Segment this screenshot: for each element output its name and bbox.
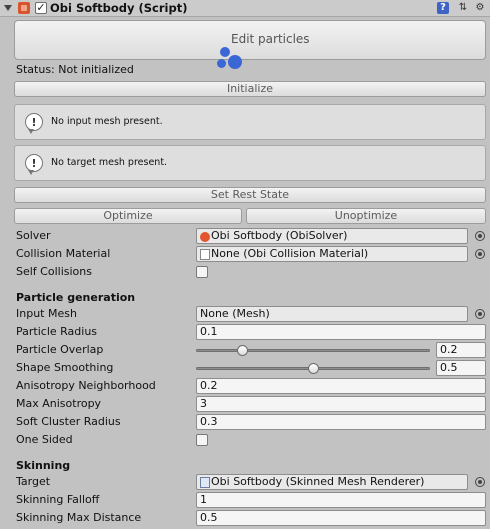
target-value: Obi Softbody (Skinned Mesh Renderer)	[211, 475, 425, 488]
skinning-falloff-field[interactable]: 1	[196, 492, 486, 508]
soft-cluster-radius-field[interactable]: 0.3	[196, 414, 486, 430]
solver-label: Solver	[16, 229, 51, 242]
skinning-header: Skinning	[16, 459, 71, 472]
skinning-max-distance-label: Skinning Max Distance	[16, 511, 142, 524]
warning-speech-icon: !	[25, 154, 43, 175]
input-mesh-help-box: ! No input mesh present.	[14, 104, 486, 140]
edit-particles-button[interactable]: Edit particles	[14, 20, 486, 69]
solver-value: Obi Softbody (ObiSolver)	[211, 229, 348, 242]
softbody-component-icon	[18, 2, 30, 14]
skinned-mesh-renderer-icon	[200, 477, 210, 488]
skinning-max-distance-field[interactable]: 0.5	[196, 510, 486, 526]
solver-gear-icon	[200, 232, 210, 242]
soft-cluster-radius-label: Soft Cluster Radius	[16, 415, 121, 428]
gear-icon[interactable]: ⚙	[474, 2, 486, 14]
self-collisions-label: Self Collisions	[16, 265, 92, 278]
object-picker-icon[interactable]	[475, 249, 485, 259]
set-rest-state-button[interactable]: Set Rest State	[14, 187, 486, 203]
anisotropy-neighborhood-field[interactable]: 0.2	[196, 378, 486, 394]
object-picker-icon[interactable]	[475, 309, 485, 319]
anisotropy-neighborhood-label: Anisotropy Neighborhood	[16, 379, 156, 392]
input-mesh-help-text: No input mesh present.	[51, 116, 163, 127]
target-field[interactable]: Obi Softbody (Skinned Mesh Renderer)	[196, 474, 468, 490]
component-enabled-checkbox[interactable]: ✓	[35, 2, 47, 14]
particle-generation-header: Particle generation	[16, 291, 136, 304]
max-anisotropy-field[interactable]: 3	[196, 396, 486, 412]
one-sided-checkbox[interactable]	[196, 434, 208, 446]
target-mesh-help-box: ! No target mesh present.	[14, 145, 486, 181]
target-mesh-help-text: No target mesh present.	[51, 157, 168, 168]
particle-overlap-label: Particle Overlap	[16, 343, 104, 356]
initialize-button[interactable]: Initialize	[14, 81, 486, 97]
particle-overlap-field[interactable]: 0.2	[436, 342, 486, 358]
edit-particles-label: Edit particles	[231, 32, 310, 46]
object-picker-icon[interactable]	[475, 477, 485, 487]
help-book-icon[interactable]: ?	[437, 2, 449, 14]
collision-material-value: None (Obi Collision Material)	[211, 247, 369, 260]
particle-radius-label: Particle Radius	[16, 325, 98, 338]
particle-radius-field[interactable]: 0.1	[196, 324, 486, 340]
foldout-arrow-icon[interactable]	[4, 5, 12, 11]
shape-smoothing-field[interactable]: 0.5	[436, 360, 486, 376]
input-mesh-label: Input Mesh	[16, 307, 77, 320]
collision-material-label: Collision Material	[16, 247, 111, 260]
skinning-falloff-label: Skinning Falloff	[16, 493, 100, 506]
max-anisotropy-label: Max Anisotropy	[16, 397, 102, 410]
warning-speech-icon: !	[25, 113, 43, 134]
optimize-button[interactable]: Optimize	[14, 208, 242, 224]
component-title: Obi Softbody (Script)	[50, 1, 188, 15]
self-collisions-checkbox[interactable]	[196, 266, 208, 278]
input-mesh-field[interactable]: None (Mesh)	[196, 306, 468, 322]
shape-smoothing-label: Shape Smoothing	[16, 361, 114, 374]
asset-file-icon	[200, 249, 210, 260]
object-picker-icon[interactable]	[475, 231, 485, 241]
particles-icon	[215, 45, 245, 73]
target-label: Target	[16, 475, 51, 488]
particle-overlap-slider-thumb[interactable]	[237, 345, 249, 356]
one-sided-label: One Sided	[16, 433, 73, 446]
collision-material-field[interactable]: None (Obi Collision Material)	[196, 246, 468, 262]
shape-smoothing-slider-thumb[interactable]	[307, 363, 319, 374]
component-header: ✓ Obi Softbody (Script) ? ⇅ ⚙	[0, 0, 490, 17]
particle-overlap-slider-track[interactable]	[196, 349, 430, 352]
preset-settings-icon[interactable]: ⇅	[457, 2, 469, 14]
unoptimize-button[interactable]: Unoptimize	[246, 208, 486, 224]
solver-field[interactable]: Obi Softbody (ObiSolver)	[196, 228, 468, 244]
status-text: Status: Not initialized	[16, 63, 134, 76]
